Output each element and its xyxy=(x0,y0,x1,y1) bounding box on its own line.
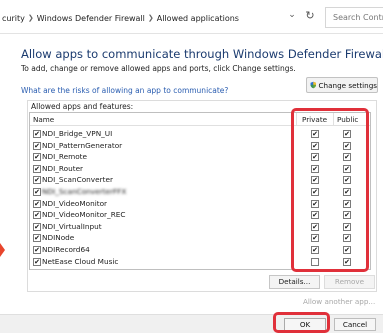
details-button[interactable]: Details... xyxy=(269,275,320,289)
breadcrumb: curity ❯ Windows Defender Firewall ❯ All… xyxy=(2,11,239,25)
breadcrumb-allowed-apps[interactable]: Allowed applications xyxy=(157,14,239,23)
enable-checkbox[interactable]: ✔ xyxy=(33,234,41,243)
column-header-name[interactable]: Name xyxy=(33,115,54,124)
enable-checkbox[interactable]: ✔ xyxy=(33,141,41,150)
address-bar: curity ❯ Windows Defender Firewall ❯ All… xyxy=(0,0,383,34)
enable-checkbox[interactable]: ✔ xyxy=(33,257,41,266)
remove-button[interactable]: Remove xyxy=(324,275,375,289)
cancel-button[interactable]: Cancel xyxy=(334,318,376,331)
allow-another-app-button[interactable]: Allow another app... xyxy=(301,297,381,311)
app-name: NDI_VideoMonitor_REC xyxy=(42,210,126,220)
breadcrumb-security[interactable]: curity xyxy=(2,14,25,23)
enable-checkbox[interactable]: ✔ xyxy=(33,199,41,208)
app-name: NDI_ScanConverterFFX xyxy=(42,187,127,196)
app-name: NDI_Bridge_VPN_UI xyxy=(42,129,113,138)
app-name: NDI_VideoMonitor xyxy=(42,198,108,208)
app-name: NDI_VirtualInput xyxy=(42,221,102,231)
breadcrumb-firewall[interactable]: Windows Defender Firewall xyxy=(37,14,145,23)
app-name: NDIRecord64 xyxy=(42,245,90,254)
change-settings-label: Change settings xyxy=(318,80,377,90)
page-title: Allow apps to communicate through Window… xyxy=(21,47,383,61)
instructions-text: To add, change or remove allowed apps an… xyxy=(21,64,296,73)
risks-link[interactable]: What are the risks of allowing an app to… xyxy=(21,86,228,95)
refresh-icon[interactable]: ↻ xyxy=(303,9,317,25)
enable-checkbox[interactable]: ✔ xyxy=(33,153,41,162)
app-name: NDINode xyxy=(42,233,75,243)
enable-checkbox[interactable]: ✔ xyxy=(33,246,41,254)
allowed-apps-label: Allowed apps and features: xyxy=(31,102,134,111)
app-name: NDI_Remote xyxy=(42,152,88,162)
highlight-private-public-columns xyxy=(291,108,369,272)
search-input[interactable]: Search Control xyxy=(325,7,383,28)
app-name: NDI_Router xyxy=(42,163,84,173)
enable-checkbox[interactable]: ✔ xyxy=(33,222,41,231)
highlight-ok-button xyxy=(273,312,330,333)
app-name: NDI_ScanConverter xyxy=(42,175,113,185)
enable-checkbox[interactable]: ✔ xyxy=(33,211,41,220)
chevron-down-icon[interactable]: ⌄ xyxy=(286,10,298,24)
enable-checkbox[interactable]: ✔ xyxy=(33,176,41,185)
app-name: NetEase Cloud Music xyxy=(42,256,119,266)
shield-icon xyxy=(310,81,317,89)
breadcrumb-separator-icon: ❯ xyxy=(147,14,154,22)
enable-checkbox[interactable]: ✔ xyxy=(33,188,41,196)
pointer-arrow-icon xyxy=(0,243,5,257)
enable-checkbox[interactable]: ✔ xyxy=(33,130,41,138)
change-settings-button[interactable]: Change settings xyxy=(306,77,378,93)
breadcrumb-separator-icon: ❯ xyxy=(27,14,34,22)
app-name: NDI_PatternGenerator xyxy=(42,140,123,150)
enable-checkbox[interactable]: ✔ xyxy=(33,164,41,173)
